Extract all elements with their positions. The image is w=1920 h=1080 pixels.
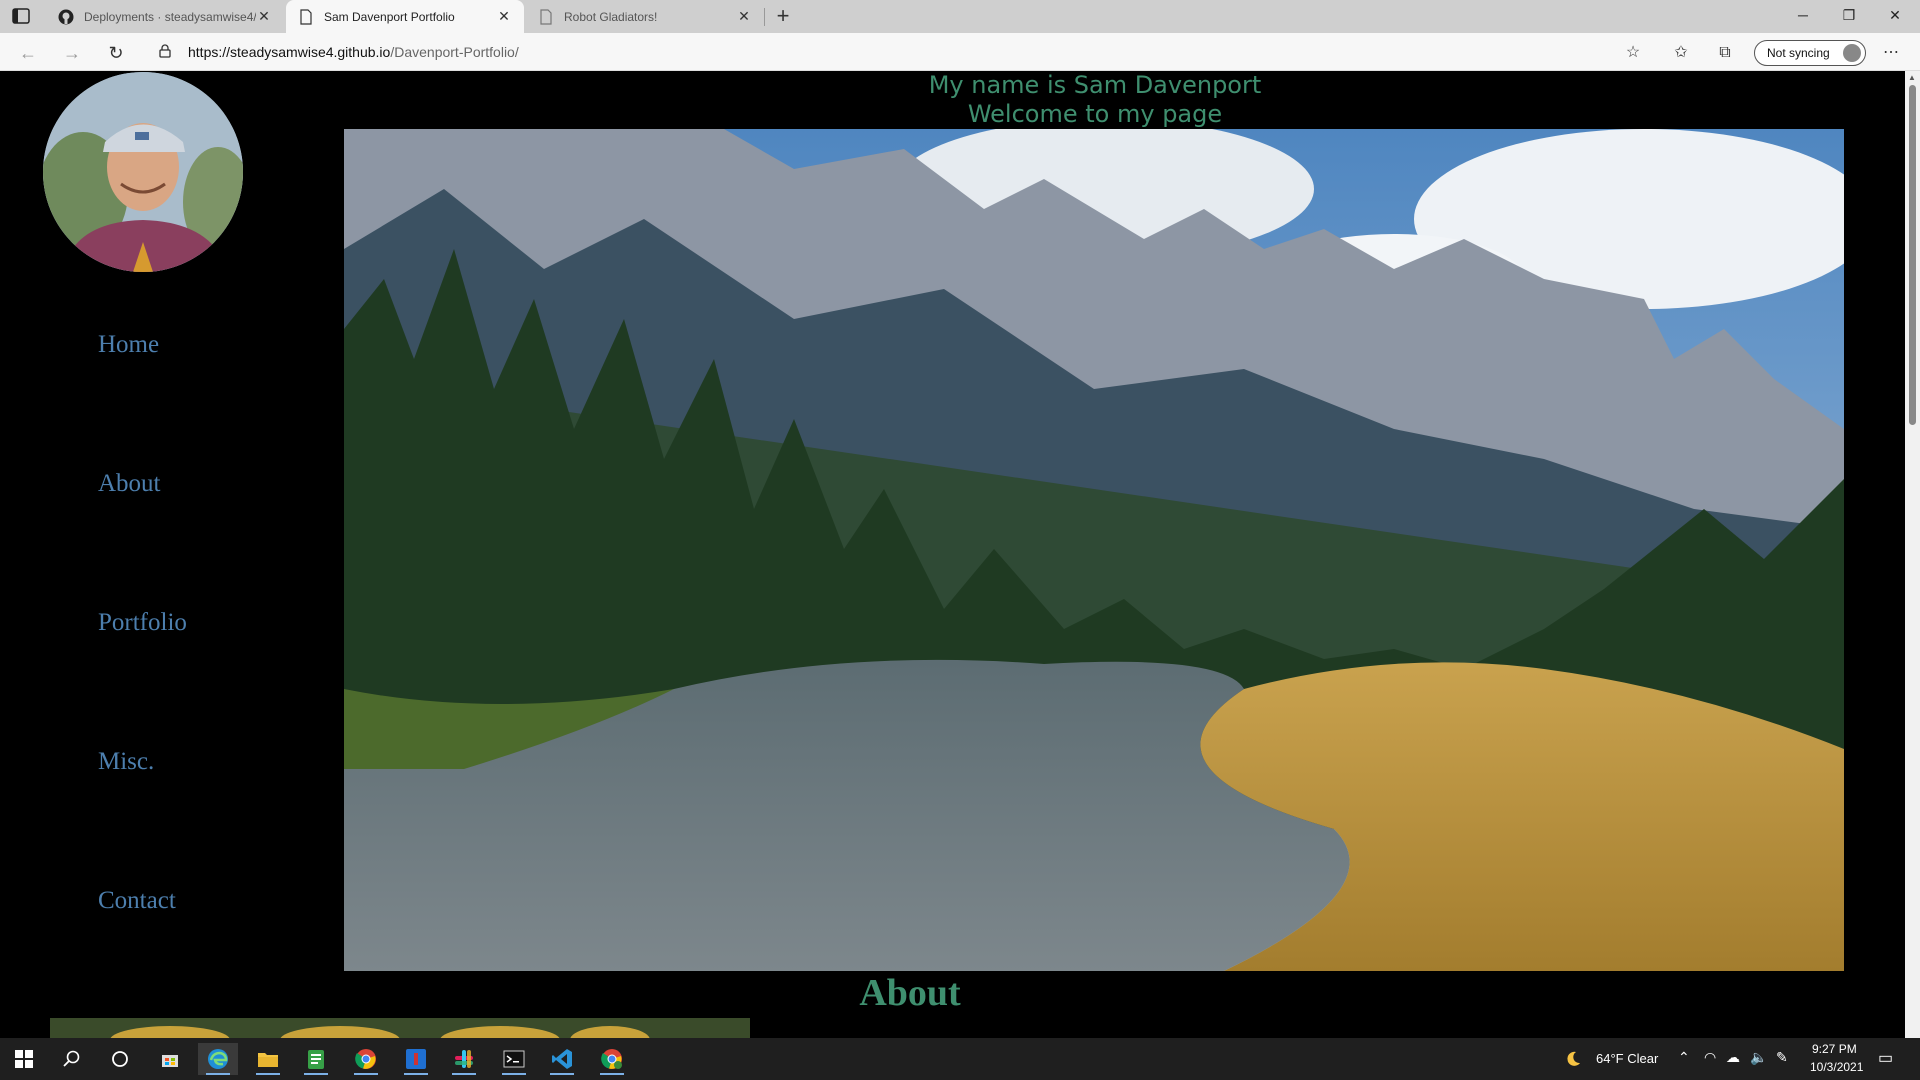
chrome-icon[interactable] — [346, 1043, 386, 1075]
moon-weather-icon[interactable] — [1560, 1043, 1586, 1075]
restore-button[interactable]: ❐ — [1826, 0, 1872, 33]
forward-button[interactable]: → — [58, 39, 86, 67]
notifications-icon[interactable]: ▭ — [1878, 1048, 1893, 1068]
chrome-profile-icon[interactable] — [592, 1043, 632, 1075]
volume-icon[interactable]: 🔈 — [1750, 1049, 1767, 1066]
vscode-icon[interactable] — [542, 1043, 582, 1075]
edge-icon[interactable] — [198, 1043, 238, 1075]
pen-icon[interactable]: ✎ — [1776, 1049, 1788, 1066]
notepad-icon[interactable] — [296, 1043, 336, 1075]
lock-icon[interactable] — [158, 44, 172, 58]
slack-icon[interactable] — [444, 1043, 484, 1075]
close-tab-icon[interactable]: ✕ — [496, 8, 512, 25]
tab-title: Robot Gladiators! — [564, 9, 658, 24]
scroll-up-icon[interactable]: ▲ — [1908, 73, 1916, 82]
favorites-icon[interactable]: ✩ — [1670, 42, 1692, 64]
new-tab-button[interactable]: + — [770, 3, 796, 29]
url-host: https://steadysamwise4.github.io — [188, 44, 391, 60]
scrollbar-thumb[interactable] — [1909, 85, 1916, 425]
nav-link-about[interactable]: About — [98, 470, 161, 498]
about-heading: About — [859, 972, 961, 1014]
page-scrollbar[interactable]: ▲ — [1905, 71, 1920, 1038]
onenote-icon[interactable] — [396, 1043, 436, 1075]
chevron-up-icon[interactable]: ⌃ — [1678, 1049, 1690, 1066]
search-icon[interactable] — [52, 1043, 92, 1075]
profile-photo — [43, 72, 243, 272]
close-tab-icon[interactable]: ✕ — [256, 8, 272, 25]
profile-sync-button[interactable]: Not syncing — [1754, 40, 1866, 66]
network-icon[interactable]: ◠ — [1704, 1049, 1716, 1066]
refresh-button[interactable]: ↻ — [102, 39, 130, 67]
clock-date[interactable]: 10/3/2021 — [1810, 1060, 1863, 1074]
tab-actions-icon[interactable] — [12, 8, 30, 24]
file-explorer-icon[interactable] — [248, 1043, 288, 1075]
url-text[interactable]: https://steadysamwise4.github.io/Davenpo… — [188, 39, 519, 65]
close-window-button[interactable]: ✕ — [1872, 0, 1918, 33]
nav-link-portfolio[interactable]: Portfolio — [98, 609, 187, 637]
back-button[interactable]: ← — [14, 39, 42, 67]
tab-title: Deployments · steadysamwise4/ — [84, 9, 256, 24]
tab-deployments[interactable]: Deployments · steadysamwise4/ ✕ — [46, 0, 284, 33]
windows-taskbar: 64°F Clear ⌃ ◠ ☁ 🔈 ✎ 9:27 PM 10/3/2021 ▭ — [0, 1038, 1920, 1080]
onedrive-icon[interactable]: ☁ — [1726, 1049, 1740, 1066]
browser-tab-bar: Deployments · steadysamwise4/ ✕ Sam Dave… — [0, 0, 1920, 33]
collections-icon[interactable]: ⧉ — [1714, 42, 1736, 64]
store-icon[interactable] — [150, 1043, 190, 1075]
profile-avatar-icon — [1843, 44, 1861, 62]
minimize-button[interactable]: ─ — [1780, 0, 1826, 33]
github-icon — [58, 9, 74, 25]
sync-label: Not syncing — [1767, 46, 1830, 60]
url-path: /Davenport-Portfolio/ — [390, 44, 519, 60]
add-favorite-icon[interactable]: ☆ — [1622, 42, 1644, 64]
header-name: My name is Sam Davenport — [928, 71, 1262, 99]
clock-time[interactable]: 9:27 PM — [1812, 1042, 1857, 1056]
weather-text[interactable]: 64°F Clear — [1596, 1051, 1658, 1066]
page-icon — [538, 8, 554, 25]
tab-divider — [764, 8, 765, 26]
more-options-icon[interactable]: ⋯ — [1880, 42, 1902, 64]
close-tab-icon[interactable]: ✕ — [736, 8, 752, 25]
hero-image — [344, 129, 1844, 971]
page-icon — [298, 8, 314, 25]
browser-toolbar: ← → ↻ https://steadysamwise4.github.io/D… — [0, 33, 1920, 71]
nav-link-home[interactable]: Home — [98, 331, 159, 359]
windows-start-icon[interactable] — [4, 1043, 44, 1075]
nav-link-contact[interactable]: Contact — [98, 887, 176, 915]
tab-robot-gladiators[interactable]: Robot Gladiators! ✕ — [526, 0, 764, 33]
terminal-icon[interactable] — [494, 1043, 534, 1075]
nav-link-misc[interactable]: Misc. — [98, 748, 154, 776]
about-image-preview — [50, 1018, 750, 1038]
header-welcome: Welcome to my page — [967, 100, 1223, 128]
cortana-icon[interactable] — [100, 1043, 140, 1075]
tab-portfolio[interactable]: Sam Davenport Portfolio ✕ — [286, 0, 524, 33]
tab-title: Sam Davenport Portfolio — [324, 9, 455, 24]
web-page: Home About Portfolio Misc. Contact My na… — [0, 71, 1905, 1038]
